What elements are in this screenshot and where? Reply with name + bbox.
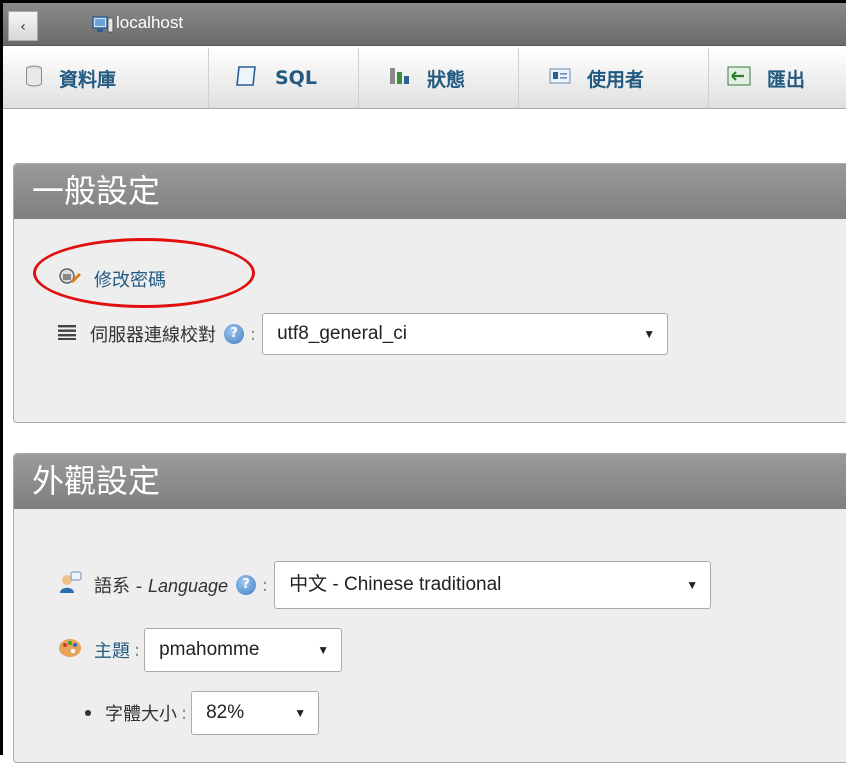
theme-row: 主題 : pmahomme ▼ <box>58 628 343 672</box>
help-icon[interactable]: ? <box>224 324 244 344</box>
language-user-icon <box>58 571 82 599</box>
top-navigation-bar: ‹ localhost <box>3 3 846 46</box>
collapse-sidebar-button[interactable]: ‹ <box>8 11 38 41</box>
tab-label: 匯出 <box>767 68 806 91</box>
theme-value: pmahomme <box>159 639 260 660</box>
font-size-value: 82% <box>206 702 245 723</box>
theme-select[interactable]: pmahomme ▼ <box>144 628 343 672</box>
dropdown-arrow-icon: ▼ <box>317 643 330 657</box>
main-menu: 資料庫 SQL 狀態 使用者 匯出 <box>3 48 846 109</box>
users-icon <box>549 68 571 88</box>
list-icon <box>58 324 76 344</box>
dropdown-arrow-icon: ▼ <box>643 327 656 341</box>
export-icon <box>727 66 751 90</box>
panel-title: 一般設定 <box>14 164 846 219</box>
tab-users[interactable]: 使用者 <box>519 48 709 108</box>
bullet <box>85 710 91 716</box>
dropdown-arrow-icon: ▼ <box>294 706 307 720</box>
language-row: 語系 - Language ? : 中文 - Chinese tradition… <box>58 561 712 609</box>
theme-label[interactable]: 主題 <box>94 637 130 663</box>
help-icon[interactable]: ? <box>236 575 257 595</box>
collation-label: 伺服器連線校對 <box>90 325 216 346</box>
panel-title: 外觀設定 <box>14 454 846 509</box>
highlight-annotation <box>33 238 255 308</box>
language-label: 語系 - Language <box>94 576 229 597</box>
font-size-select[interactable]: 82% ▼ <box>191 691 320 735</box>
palette-icon <box>58 637 82 663</box>
tab-status[interactable]: 狀態 <box>359 48 519 108</box>
separator-colon: : <box>134 639 141 661</box>
tab-sql[interactable]: SQL <box>209 48 359 108</box>
language-select[interactable]: 中文 - Chinese traditional ▼ <box>274 561 712 609</box>
tab-databases[interactable]: 資料庫 <box>3 48 209 108</box>
separator-colon: : <box>262 574 269 596</box>
separator-colon: : <box>250 323 257 345</box>
tab-label: 使用者 <box>587 68 645 91</box>
collation-select[interactable]: utf8_general_ci ▼ <box>262 313 669 355</box>
sql-icon <box>235 64 259 92</box>
collation-value: utf8_general_ci <box>277 323 408 344</box>
tab-label: 狀態 <box>427 68 466 91</box>
server-name[interactable]: localhost <box>116 13 183 33</box>
server-icon <box>92 15 114 39</box>
font-size-label: 字體大小 <box>105 704 177 725</box>
tab-label: 資料庫 <box>59 68 117 91</box>
database-icon <box>25 65 43 91</box>
font-size-row: 字體大小 : 82% ▼ <box>85 691 320 735</box>
status-chart-icon <box>389 66 411 90</box>
collation-row: 伺服器連線校對 ? : utf8_general_ci ▼ <box>58 313 669 355</box>
tab-label: SQL <box>275 67 317 89</box>
separator-colon: : <box>181 702 188 724</box>
dropdown-arrow-icon: ▼ <box>686 578 699 592</box>
tab-export[interactable]: 匯出 <box>709 48 846 108</box>
language-value: 中文 - Chinese traditional <box>289 574 502 595</box>
